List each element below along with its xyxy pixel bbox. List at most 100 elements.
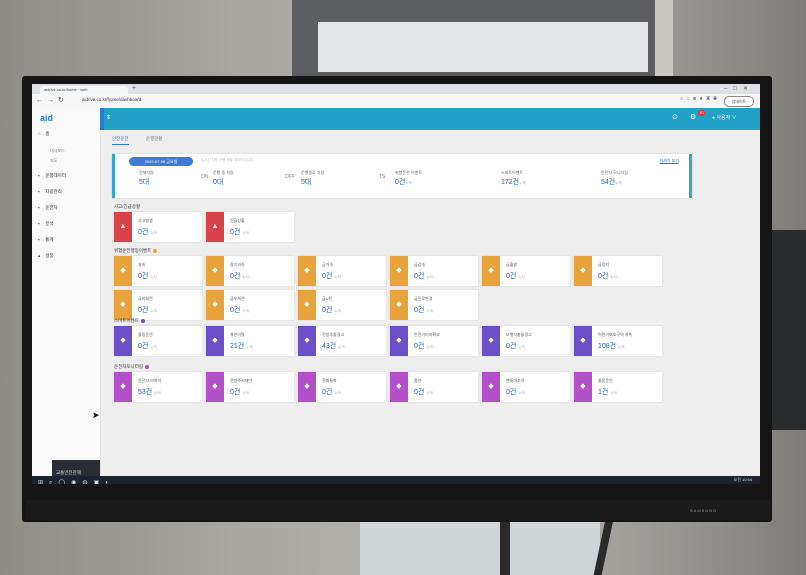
event-card[interactable]: ◆ 과속 0건 누적 <box>114 256 202 286</box>
extension-icons[interactable]: ⌕☆⊞★▣◉ <box>680 96 720 102</box>
event-label: 졸음운전 <box>138 332 153 337</box>
status-item[interactable]: 운행종료 차량 5대 <box>301 170 324 187</box>
event-card[interactable]: ◆ 안전거리미확보 0건 누적 <box>390 326 478 356</box>
section-title-text: 위험운전행동이벤트 <box>114 248 152 253</box>
event-card[interactable]: ◆ 급감속 0건 누적 <box>390 256 478 286</box>
date-pill[interactable]: 2022-07-08 금요일 <box>129 157 193 166</box>
user-menu[interactable]: ● 사용자 ∨ <box>712 114 737 121</box>
event-card[interactable]: ◆ 전화통화 0건 누적 <box>298 372 386 402</box>
update-button[interactable]: 업데이트 <box>724 96 754 107</box>
browser-tab[interactable]: aidrive.co.kr/home · web <box>40 86 128 94</box>
status-label: 전체차량 <box>139 170 154 175</box>
event-card[interactable]: ▲ 긴급상황 0건 누적 <box>206 212 294 242</box>
event-unit: 누적 <box>150 231 157 235</box>
event-card[interactable]: ◆ 흡연 0건 누적 <box>390 372 478 402</box>
info-dot-icon[interactable] <box>153 248 158 253</box>
settings-icon[interactable]: ⊙ <box>672 113 678 121</box>
app-logo[interactable]: aid <box>40 113 53 123</box>
event-card[interactable]: ◆ 차선이탈 21건 누적 <box>206 326 294 356</box>
event-count: 0건 <box>322 389 333 396</box>
eye-icon: ◆ <box>206 372 224 402</box>
status-item[interactable]: 운행 중 차량 0대 <box>213 170 234 187</box>
status-unit: 누적 <box>405 181 412 185</box>
status-tag: ON <box>201 174 209 180</box>
sidebar-item-stats[interactable]: ▪ 통계 <box>38 234 96 246</box>
event-card[interactable]: ◆ 졸음운전 0건 누적 <box>114 326 202 356</box>
window-controls[interactable]: –□✕ <box>724 85 754 92</box>
sidebar-item-analysis[interactable]: ▪ 분석 <box>38 218 96 230</box>
event-label: 안전거리미확보 <box>414 332 440 337</box>
status-item[interactable]: 운전자 모니터링 54건누적 <box>601 170 628 187</box>
event-label: 어린이보호구역 과속 <box>598 332 633 337</box>
tab-safe-driving[interactable]: 안전운전 <box>112 136 129 145</box>
event-value: 0건 누적 <box>506 271 525 281</box>
notification-icon[interactable]: ⚙ <box>690 113 696 121</box>
status-item[interactable]: 전체차량 5대 <box>139 170 154 187</box>
sidebar-sub-map[interactable]: 지도 <box>50 158 57 164</box>
collision-icon: ◆ <box>298 326 316 356</box>
sidebar-item-home[interactable]: ⌂ 홈 <box>38 128 96 140</box>
event-card[interactable]: ◆ 급진로변경 0건 누적 <box>390 290 478 320</box>
event-value: 0건 누적 <box>322 271 341 281</box>
info-dot-icon[interactable] <box>144 364 149 369</box>
lower-window <box>360 515 600 575</box>
event-card[interactable]: ◆ 졸음운전 1건 누적 <box>574 372 662 402</box>
url-field[interactable]: aidrive.co.kr/home/dashboard <box>82 97 141 102</box>
status-item[interactable]: 스마트이벤트 172건누적 <box>501 170 526 187</box>
event-card[interactable]: ◆ 전방주시태만 0건 누적 <box>206 372 294 402</box>
event-value: 0건 누적 <box>506 387 525 397</box>
nav-buttons[interactable]: ←→↻ <box>36 96 68 104</box>
sidebar-item-drive-data[interactable]: ▪ 운행데이터 <box>38 170 96 182</box>
status-value: 172건누적 <box>501 177 526 187</box>
event-card[interactable]: ◆ 보행자충돌경고 0건 누적 <box>482 326 570 356</box>
event-label: 졸음운전 <box>598 378 613 383</box>
info-dot-icon[interactable] <box>140 318 145 323</box>
taskbar-clock[interactable]: 오전 10:54 2022-07-11 <box>732 477 752 484</box>
event-card[interactable]: ◆ 급출발 0건 누적 <box>482 256 570 286</box>
event-unit: 누적 <box>150 345 157 349</box>
new-tab-button[interactable]: + <box>132 85 136 92</box>
tab-driving-status[interactable]: 운행현황 <box>146 136 163 142</box>
event-count: 21건 <box>230 343 245 350</box>
event-card[interactable]: ◆ 전방추돌경고 43건 누적 <box>298 326 386 356</box>
event-label: 급우회전 <box>230 296 245 301</box>
sidebar-item-vehicle[interactable]: ▪ 차량관리 <box>38 186 96 198</box>
event-card[interactable]: ◆ 급U턴 0건 누적 <box>298 290 386 320</box>
event-unit: 누적 <box>150 275 157 279</box>
event-unit: 누적 <box>426 309 433 313</box>
event-unit: 누적 <box>150 309 157 313</box>
status-item[interactable]: 위험운전 이벤트 0건누적 <box>395 170 422 187</box>
detail-link[interactable]: 자세히 보기 <box>659 158 679 164</box>
chart-icon: ▪ <box>38 221 40 226</box>
event-label: 급가속 <box>322 262 334 267</box>
event-card[interactable]: ▲ 사고발생 0건 누적 <box>114 212 202 242</box>
monitor-stand <box>500 515 510 575</box>
event-card[interactable]: ◆ 장기과속 0건 누적 <box>206 256 294 286</box>
event-card[interactable]: ◆ 운전자 미착석 53건 누적 <box>114 372 202 402</box>
window-light <box>318 22 648 72</box>
sidebar-item-settings[interactable]: ▴ 설정 <box>38 250 96 262</box>
event-unit: 누적 <box>154 391 161 395</box>
event-count: 0건 <box>414 389 425 396</box>
event-count: 53건 <box>138 389 153 396</box>
event-card[interactable]: ◆ 급정지 0건 누적 <box>574 256 662 286</box>
status-value: 54건누적 <box>601 177 628 187</box>
event-label: 급진로변경 <box>414 296 433 301</box>
event-card[interactable]: ◆ 급우회전 0건 누적 <box>206 290 294 320</box>
event-card[interactable]: ◆ 핸들미조작 0건 누적 <box>482 372 570 402</box>
event-card[interactable]: ◆ 어린이보호구역 과속 108건 누적 <box>574 326 662 356</box>
sidebar-sub-dashboard[interactable]: 대시보드 <box>50 148 65 154</box>
menu-toggle-icon[interactable]: ⇕ <box>106 114 111 121</box>
event-unit: 누적 <box>426 275 433 279</box>
avatar: ● <box>712 115 716 121</box>
sidebar-item-driver[interactable]: ▪ 운전자 <box>38 202 96 214</box>
event-count: 0건 <box>506 273 517 280</box>
taskbar-icons[interactable]: ⊞⌕◯◉◍▣◐ <box>38 479 115 484</box>
event-card[interactable]: ◆ 급좌회전 0건 누적 <box>114 290 202 320</box>
event-value: 108건 누적 <box>598 341 625 351</box>
sidebar-item-label: 통계 <box>45 237 54 242</box>
event-count: 0건 <box>230 229 241 236</box>
status-value-text: 172건 <box>501 179 520 186</box>
event-count: 0건 <box>322 307 333 314</box>
event-card[interactable]: ◆ 급가속 0건 누적 <box>298 256 386 286</box>
